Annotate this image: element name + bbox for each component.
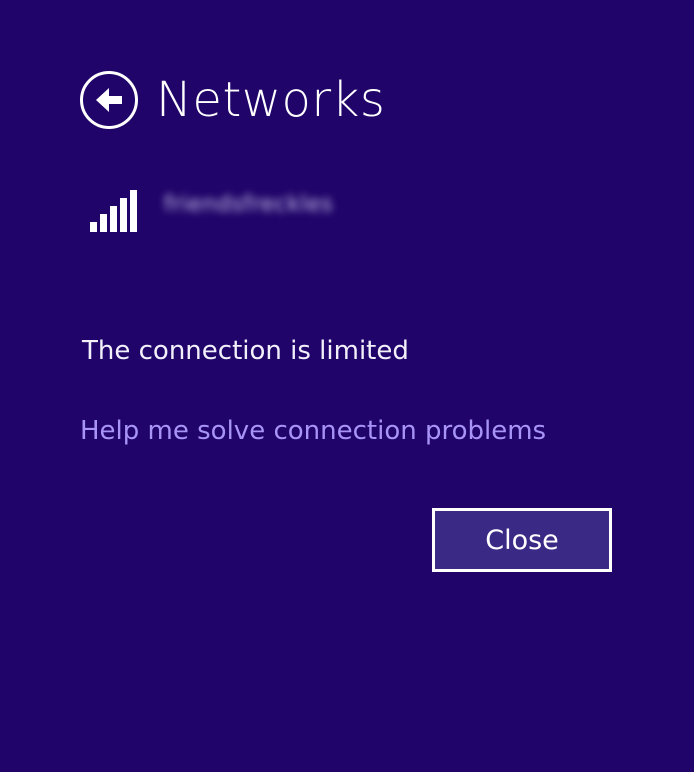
network-name: friendsfreckles (164, 192, 334, 217)
networks-panel: Networks friendsfreckles The connection … (0, 0, 694, 772)
troubleshoot-link[interactable]: Help me solve connection problems (80, 416, 546, 446)
back-button[interactable] (80, 71, 138, 129)
panel-header: Networks (80, 68, 385, 132)
wifi-signal-icon (90, 190, 137, 232)
back-arrow-icon (96, 88, 122, 112)
connection-status: The connection is limited (82, 336, 409, 366)
close-button[interactable]: Close (432, 508, 612, 572)
page-title: Networks (156, 72, 386, 128)
network-item[interactable]: friendsfreckles (90, 186, 333, 234)
